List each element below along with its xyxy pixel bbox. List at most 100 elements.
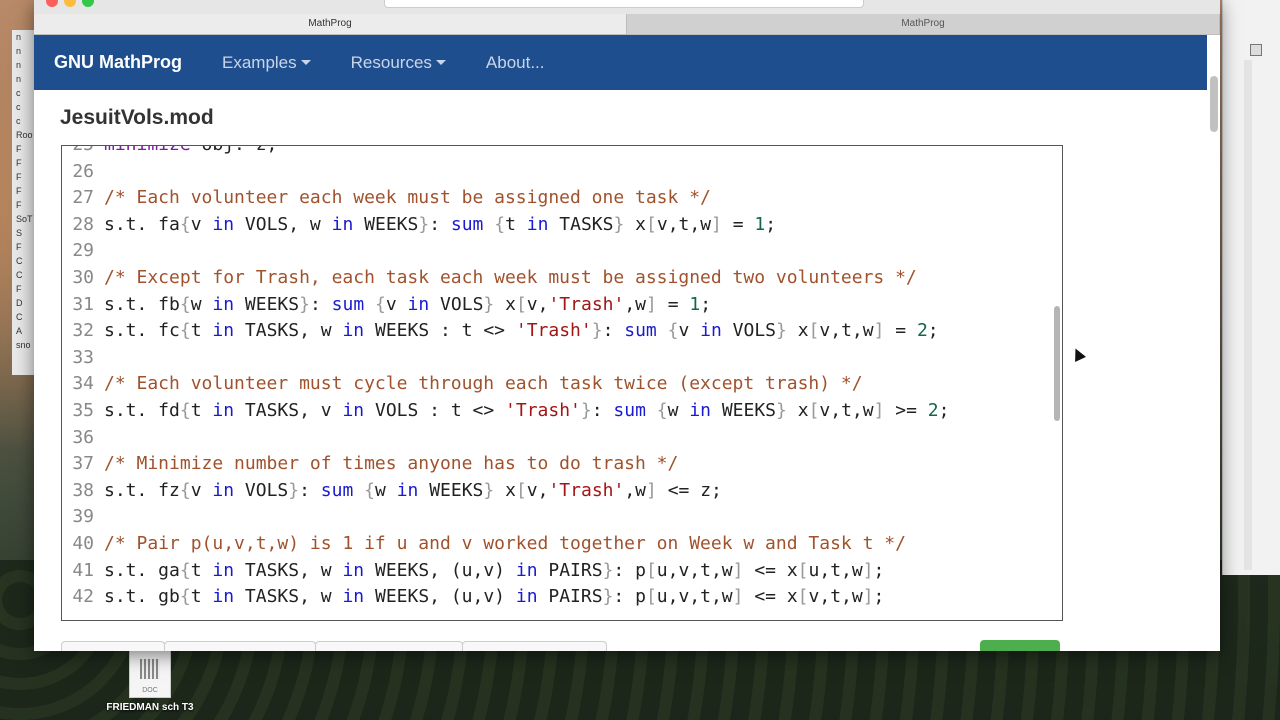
code-token: VOLS : t <> xyxy=(364,399,506,421)
code-token: t xyxy=(190,559,213,581)
line-number: 31 xyxy=(72,293,94,315)
code-token: { xyxy=(179,399,191,421)
code-token: sum xyxy=(331,293,365,315)
code-token: { xyxy=(179,586,191,608)
solve-button[interactable] xyxy=(980,640,1060,651)
window-grip-icon[interactable] xyxy=(1250,44,1262,56)
code-token: [ xyxy=(515,479,527,501)
code-text: /* Each volunteer must cycle through eac… xyxy=(100,371,863,398)
code-line[interactable]: 28 s.t. fa{v in VOLS, w in WEEKS}: sum {t… xyxy=(62,212,1052,239)
code-token: } xyxy=(418,213,430,235)
code-token: } xyxy=(591,320,603,342)
nav-resources-label: Resources xyxy=(350,52,432,72)
code-line[interactable]: 42 s.t. gb{t in TASKS, w in WEEKS, (u,v) … xyxy=(62,584,1052,611)
editor-button[interactable] xyxy=(315,641,463,651)
code-token: = xyxy=(884,320,917,342)
code-token: v xyxy=(385,293,408,315)
zoom-window-icon[interactable] xyxy=(82,0,94,7)
nav-examples[interactable]: Examples xyxy=(222,53,311,73)
code-token: ; xyxy=(873,559,885,581)
code-token: : p xyxy=(613,586,646,608)
code-line[interactable]: 25minimize obj: z; xyxy=(62,146,1052,159)
code-line[interactable]: 40 /* Pair p(u,v,t,w) is 1 if u and v wor… xyxy=(62,531,1052,558)
code-token: [ xyxy=(797,559,809,581)
code-token: in xyxy=(342,586,365,608)
code-token: ] xyxy=(732,586,744,608)
code-line[interactable]: 29 xyxy=(62,238,1052,265)
code-token: v, xyxy=(526,293,549,315)
code-line[interactable]: 30 /* Except for Trash, each task each we… xyxy=(62,265,1052,292)
code-token: <= x xyxy=(743,586,798,608)
code-token: [ xyxy=(645,559,657,581)
code-token: u,t,w xyxy=(808,559,863,581)
code-line[interactable]: 38 s.t. fz{v in VOLS}: sum {w in WEEKS} x… xyxy=(62,478,1052,505)
code-line[interactable]: 37 /* Minimize number of times anyone has… xyxy=(62,451,1052,478)
code-line[interactable]: 41 s.t. ga{t in TASKS, w in WEEKS, (u,v) … xyxy=(62,558,1052,585)
code-token: WEEKS : t <> xyxy=(364,320,516,342)
code-token: x xyxy=(624,213,647,235)
code-line[interactable]: 36 xyxy=(62,425,1052,452)
code-editor[interactable]: 25minimize obj: z;2627/* Each volunteer … xyxy=(61,145,1063,621)
code-token: s.t. fz xyxy=(104,479,180,501)
browser-titlebar xyxy=(34,0,1220,14)
code-line[interactable]: 26 xyxy=(62,159,1052,186)
editor-button[interactable] xyxy=(61,641,165,651)
editor-scrollbar[interactable] xyxy=(1054,306,1060,421)
code-token: <= z; xyxy=(656,479,722,501)
code-token: WEEKS xyxy=(353,213,419,235)
nav-resources[interactable]: Resources xyxy=(351,53,446,73)
code-line[interactable]: 31 s.t. fb{w in WEEKS}: sum {v in VOLS} x… xyxy=(62,292,1052,319)
code-token: s.t. fb xyxy=(104,293,180,315)
code-token: w xyxy=(667,399,690,421)
line-number: 32 xyxy=(72,320,94,342)
browser-tab-inactive[interactable]: MathProg xyxy=(627,14,1220,34)
desktop-file-icon[interactable]: DOC FRIEDMAN sch T3 xyxy=(100,650,200,720)
caret-down-icon xyxy=(300,60,311,65)
code-token: 2 xyxy=(927,399,939,421)
code-token: u,v,t,w xyxy=(656,559,733,581)
code-token: 'Trash' xyxy=(505,399,581,421)
caret-down-icon xyxy=(435,60,446,65)
desktop-file-name[interactable]: FRIEDMAN sch T3 xyxy=(100,702,200,713)
code-line[interactable]: 32 s.t. fc{t in TASKS, w in WEEKS : t <> … xyxy=(62,318,1052,345)
code-line[interactable]: 35 s.t. fd{t in TASKS, v in VOLS : t <> '… xyxy=(62,398,1052,425)
code-token: 1 xyxy=(689,293,701,315)
browser-tab-active[interactable]: MathProg xyxy=(34,14,627,34)
code-token: in xyxy=(212,586,235,608)
code-token: PAIRS xyxy=(537,559,603,581)
minimize-window-icon[interactable] xyxy=(64,0,76,7)
editor-button[interactable] xyxy=(164,641,316,651)
code-token: : p xyxy=(613,559,646,581)
code-token: in xyxy=(342,399,365,421)
code-token: t xyxy=(190,320,213,342)
code-token: /* Minimize number of times anyone has t… xyxy=(104,453,679,475)
code-token: ] xyxy=(646,293,657,315)
code-line[interactable]: 34 /* Each volunteer must cycle through e… xyxy=(62,371,1052,398)
code-text: /* Minimize number of times anyone has t… xyxy=(100,451,678,478)
code-text: /* Pair p(u,v,t,w) is 1 if u and v worke… xyxy=(100,531,906,558)
code-token: in xyxy=(212,213,235,235)
editor-button[interactable] xyxy=(462,641,607,651)
nav-about[interactable]: About... xyxy=(486,53,545,73)
code-token: } xyxy=(299,293,310,315)
background-window-right[interactable] xyxy=(1222,0,1280,575)
code-line[interactable]: 27 /* Each volunteer each week must be as… xyxy=(62,185,1052,212)
code-token: v, xyxy=(526,479,549,501)
code-token: sum xyxy=(320,479,354,501)
code-text: s.t. fd{t in TASKS, v in VOLS : t <> 'Tr… xyxy=(100,398,949,425)
address-bar[interactable] xyxy=(384,0,864,8)
page-scrollbar[interactable] xyxy=(1210,76,1218,132)
code-line[interactable]: 33 xyxy=(62,345,1052,372)
code-token: VOLS xyxy=(429,293,484,315)
code-lines[interactable]: 25minimize obj: z;2627/* Each volunteer … xyxy=(62,146,1052,611)
browser-tab-bar: MathProg MathProg + xyxy=(34,14,1220,35)
code-line[interactable]: 39 xyxy=(62,504,1052,531)
code-token: { xyxy=(375,293,386,315)
line-number: 29 xyxy=(72,240,94,262)
background-scrollbar[interactable] xyxy=(1244,60,1252,570)
code-token: in xyxy=(212,320,235,342)
code-token: u,v,t,w xyxy=(656,586,733,608)
close-window-icon[interactable] xyxy=(46,0,58,7)
site-brand[interactable]: GNU MathProg xyxy=(54,52,182,73)
line-number: 34 xyxy=(72,373,94,395)
